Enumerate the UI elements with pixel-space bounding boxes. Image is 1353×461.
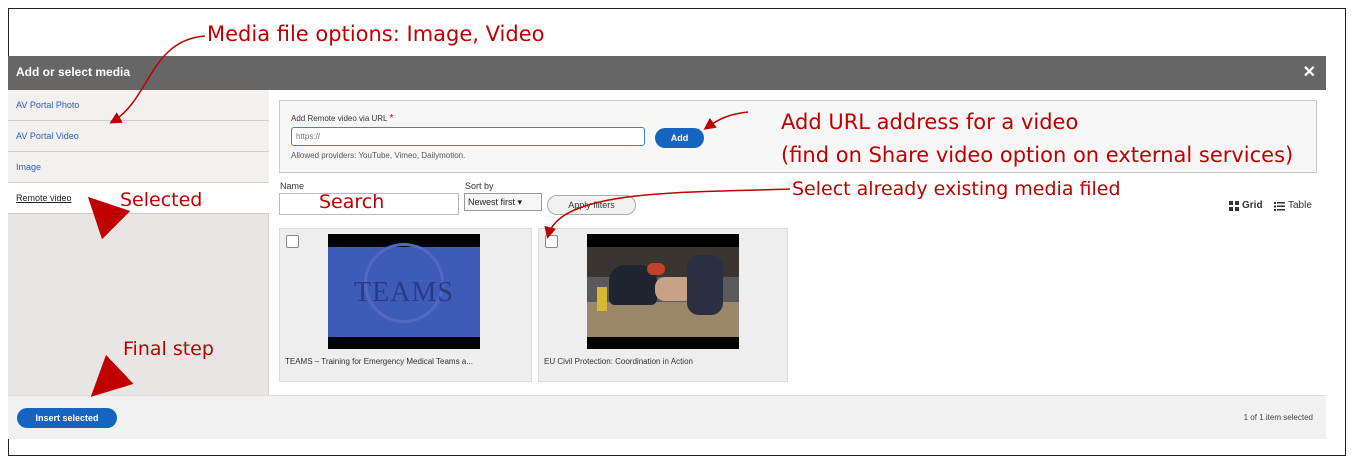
grid-view-toggle[interactable]: Grid [1229,200,1263,211]
allowed-providers-help: Allowed providers: YouTube, Vimeo, Daily… [291,151,466,160]
media-select-checkbox[interactable] [286,235,299,248]
insert-selected-button[interactable]: Insert selected [17,408,117,428]
modal-header: Add or select media ✕ [8,56,1326,90]
video-url-input[interactable] [291,127,645,146]
selection-count: 1 of 1 item selected [1243,413,1313,422]
modal-footer: Insert selected 1 of 1 item selected [8,395,1326,439]
video-thumbnail [587,234,739,349]
annotation-search: Search [319,191,385,213]
sort-by-label: Sort by [465,181,494,191]
media-caption: TEAMS – Training for Emergency Medical T… [285,357,473,366]
name-filter-label: Name [280,181,305,191]
media-card[interactable]: TEAMS TEAMS – Training for Emergency Med… [279,228,532,382]
thumbnail-image [587,247,739,337]
table-view-toggle[interactable]: Table [1274,200,1312,211]
annotation-select-existing: Select already existing media filed [792,178,1121,200]
url-field-label-text: Add Remote video via URL [291,114,388,123]
annotation-final-step: Final step [123,338,214,360]
thumbnail-logo-text: TEAMS [354,277,454,308]
list-icon [1274,201,1285,211]
sidebar-item-av-portal-photo[interactable]: AV Portal Photo [8,90,269,121]
annotation-selected: Selected [120,189,203,211]
grid-view-label: Grid [1242,200,1263,211]
add-button[interactable]: Add [655,128,704,148]
media-card[interactable]: EU Civil Protection: Coordination in Act… [538,228,788,382]
media-caption: EU Civil Protection: Coordination in Act… [544,357,693,366]
media-select-checkbox[interactable] [545,235,558,248]
sidebar-item-image[interactable]: Image [8,152,269,183]
video-thumbnail: TEAMS [328,234,480,349]
close-icon[interactable]: ✕ [1303,62,1316,82]
sidebar-item-av-portal-video[interactable]: AV Portal Video [8,121,269,152]
sort-by-select[interactable]: Newest first ▾ [464,193,542,211]
annotation-add-url: Add URL address for a video [781,110,1079,134]
apply-filters-button[interactable]: Apply filters [547,195,636,215]
required-marker: * [389,113,394,124]
table-view-label: Table [1288,200,1312,211]
modal-title: Add or select media [16,65,131,79]
thumbnail-image: TEAMS [328,243,480,337]
grid-icon [1229,200,1239,211]
annotation-add-url-hint: (find on Share video option on external … [781,143,1294,167]
url-field-label: Add Remote video via URL * [291,113,393,124]
annotation-media-options: Media file options: Image, Video [207,22,545,46]
